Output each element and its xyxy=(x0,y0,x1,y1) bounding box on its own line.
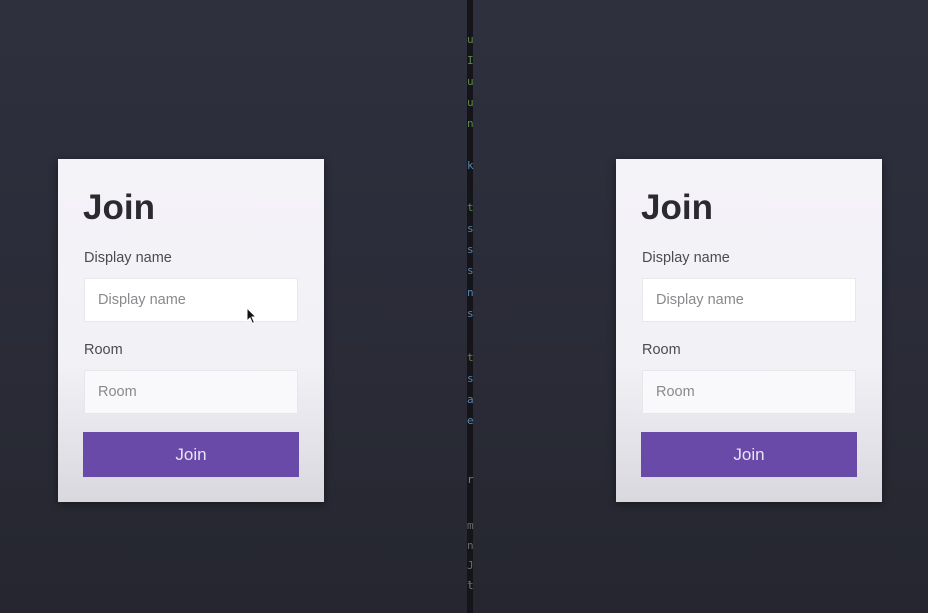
card-title: Join xyxy=(641,188,713,227)
card-title: Join xyxy=(83,188,155,227)
room-input[interactable] xyxy=(84,370,298,414)
display-name-label: Display name xyxy=(84,250,172,266)
left-window: Join Display name Room Join xyxy=(0,0,467,613)
room-label: Room xyxy=(84,342,123,358)
room-input[interactable] xyxy=(642,370,856,414)
room-label: Room xyxy=(642,342,681,358)
join-button[interactable]: Join xyxy=(83,432,299,477)
join-button[interactable]: Join xyxy=(641,432,857,477)
display-name-input[interactable] xyxy=(84,278,298,322)
display-name-input[interactable] xyxy=(642,278,856,322)
join-card: Join Display name Room Join xyxy=(58,159,324,502)
display-name-label: Display name xyxy=(642,250,730,266)
right-window: Join Display name Room Join xyxy=(473,0,928,613)
join-card: Join Display name Room Join xyxy=(616,159,882,502)
mouse-cursor-icon xyxy=(246,307,258,325)
